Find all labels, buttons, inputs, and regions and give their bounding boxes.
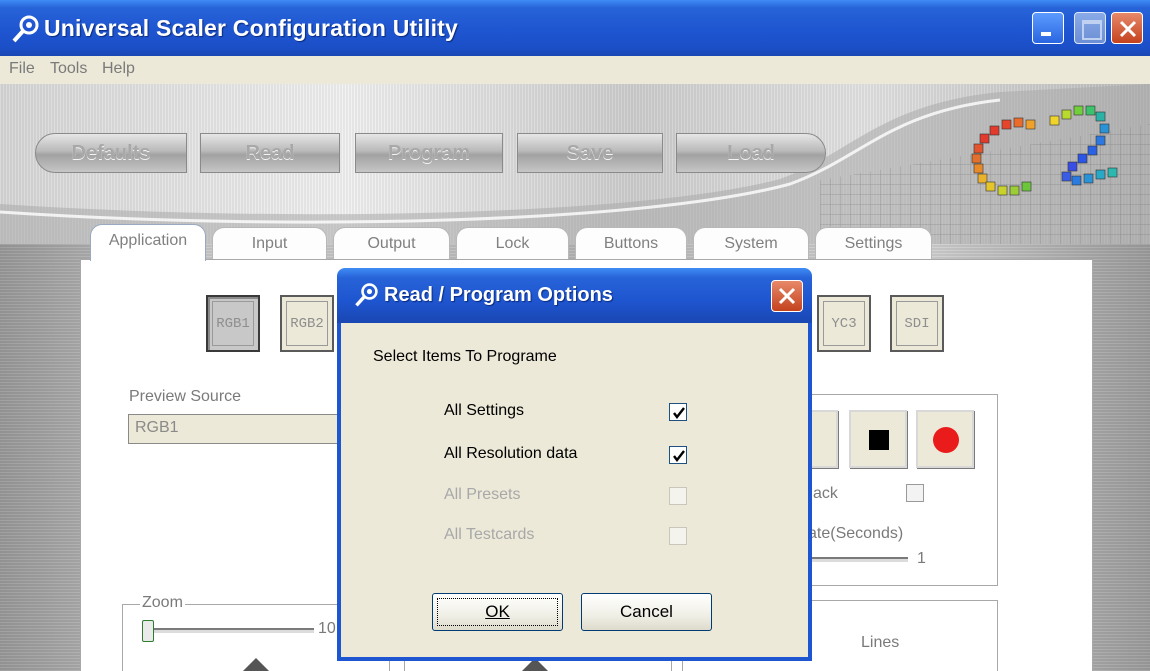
rate-label: ate(Seconds) <box>808 525 904 542</box>
tab-application[interactable]: Application <box>90 224 206 261</box>
preview-source-field[interactable]: RGB1 <box>128 414 343 444</box>
key-icon <box>355 283 378 307</box>
program-button[interactable]: Program <box>355 133 503 173</box>
ok-button[interactable]: OK <box>432 593 563 631</box>
zoom-value: 10 <box>318 620 336 637</box>
tab-buttons[interactable]: Buttons <box>575 227 687 260</box>
tab-lock[interactable]: Lock <box>456 227 569 260</box>
zoom-slider-thumb[interactable] <box>142 620 154 642</box>
key-icon <box>12 15 39 43</box>
dialog-heading: Select Items To Programe <box>373 348 557 365</box>
menu-file[interactable]: File <box>9 60 35 78</box>
option-all-presets-label: All Presets <box>444 486 521 503</box>
source-label: YC3 <box>823 301 865 346</box>
read-program-options-dialog: Read / Program Options Select Items To P… <box>337 268 812 661</box>
dialog-body: Select Items To Programe All Settings Al… <box>337 323 812 661</box>
rate-slider[interactable] <box>812 557 908 563</box>
defaults-button[interactable]: Defaults <box>35 133 187 173</box>
menu-bar: File Tools Help <box>0 56 1150 84</box>
tab-input[interactable]: Input <box>212 227 327 260</box>
zoom-slider[interactable] <box>148 628 314 634</box>
source-button-rgb1[interactable]: RGB1 <box>206 295 260 352</box>
load-button[interactable]: Load <box>676 133 826 173</box>
option-all-testcards-checkbox <box>669 527 687 545</box>
source-label: RGB1 <box>212 301 254 346</box>
zoom-label: Zoom <box>140 594 185 612</box>
close-icon <box>1119 20 1137 38</box>
preview-source-label: Preview Source <box>129 388 242 405</box>
option-all-testcards-label: All Testcards <box>444 526 535 543</box>
option-all-resolution-label: All Resolution data <box>444 445 578 462</box>
source-label: SDI <box>896 301 938 346</box>
record-button[interactable] <box>916 410 974 468</box>
save-button[interactable]: Save <box>517 133 663 173</box>
cancel-button[interactable]: Cancel <box>581 593 712 631</box>
stop-button[interactable] <box>849 410 907 468</box>
menu-tools[interactable]: Tools <box>50 60 87 78</box>
source-button-sdi[interactable]: SDI <box>890 295 944 352</box>
arrow-up-icon <box>243 658 269 671</box>
tab-output[interactable]: Output <box>333 227 450 260</box>
source-label: RGB2 <box>286 301 328 346</box>
stop-icon <box>869 430 889 450</box>
loop-checkbox[interactable] <box>906 484 924 502</box>
cancel-button-label: Cancel <box>620 602 673 621</box>
dialog-title-bar[interactable]: Read / Program Options <box>337 268 812 323</box>
menu-help[interactable]: Help <box>102 60 135 78</box>
c2-logo <box>971 105 1118 196</box>
loop-label: ack <box>813 485 838 502</box>
source-button-rgb2[interactable]: RGB2 <box>280 295 334 352</box>
window-title: Universal Scaler Configuration Utility <box>44 15 459 41</box>
option-all-presets-checkbox <box>669 487 687 505</box>
maximize-button[interactable] <box>1074 12 1106 44</box>
close-button[interactable] <box>1111 12 1143 44</box>
record-icon <box>933 427 959 453</box>
option-all-settings-checkbox[interactable] <box>669 403 687 421</box>
dialog-close-button[interactable] <box>771 280 803 312</box>
option-all-settings-label: All Settings <box>444 402 525 419</box>
title-bar[interactable]: Universal Scaler Configuration Utility <box>0 0 1150 56</box>
main-window: Universal Scaler Configuration Utility F… <box>0 0 1150 671</box>
ok-button-label: OK <box>485 602 510 621</box>
close-icon <box>778 287 796 305</box>
minimize-button[interactable] <box>1032 12 1064 44</box>
lines-label: Lines <box>861 634 900 651</box>
source-button-yc3[interactable]: YC3 <box>817 295 871 352</box>
rate-value: 1 <box>917 550 926 567</box>
dialog-title: Read / Program Options <box>384 284 613 306</box>
tab-system[interactable]: System <box>693 227 809 260</box>
checkmark-icon <box>673 407 685 419</box>
option-all-resolution-checkbox[interactable] <box>669 446 687 464</box>
read-button[interactable]: Read <box>200 133 340 173</box>
checkmark-icon <box>673 450 685 462</box>
tab-settings[interactable]: Settings <box>815 227 932 260</box>
